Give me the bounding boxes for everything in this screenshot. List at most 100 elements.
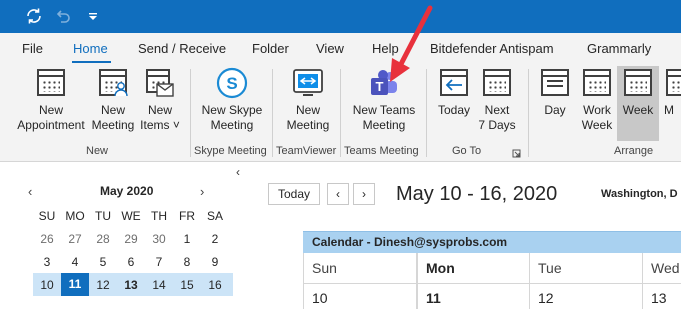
tab-file[interactable]: File	[22, 41, 43, 56]
send-receive-icon[interactable]	[25, 7, 43, 25]
calendar-name-bar[interactable]: Calendar - Dinesh@sysprobs.com	[303, 231, 681, 253]
ribbon: New Appointment New Meeting New Items ˅ …	[0, 63, 681, 162]
teamviewer-meeting-label-1: New	[295, 103, 320, 117]
day-cell-mon[interactable]: 11	[417, 283, 530, 309]
mini-calendar-day[interactable]: 4	[61, 255, 89, 269]
new-teams-meeting-label-2: Meeting	[362, 118, 406, 132]
mini-calendar-day[interactable]: 16	[201, 278, 229, 292]
group-separator	[340, 69, 341, 157]
mini-calendar-day[interactable]: 5	[89, 255, 117, 269]
weather-location[interactable]: Washington, D	[601, 188, 678, 200]
weekday-label: SA	[206, 208, 223, 223]
new-skype-meeting-button[interactable]: S New Skype Meeting	[196, 67, 268, 133]
new-meeting-button[interactable]: New Meeting	[88, 67, 138, 133]
mini-calendar-day[interactable]: 8	[173, 255, 201, 269]
mini-calendar-next-icon[interactable]: ›	[200, 184, 204, 199]
day-header-wed[interactable]: Wed	[643, 253, 681, 283]
tab-view[interactable]: View	[316, 41, 344, 56]
day-date: 12	[538, 290, 554, 306]
tab-bitdefender[interactable]: Bitdefender Antispam	[430, 41, 554, 56]
new-teams-meeting-label-1: New Teams	[352, 103, 416, 117]
dialog-launcher-icon[interactable]	[512, 147, 521, 158]
new-skype-meeting-label-2: Meeting	[210, 118, 254, 132]
mini-calendar-selected-week: 10 11 12 13 14 15 16	[33, 273, 233, 296]
mini-calendar-grid: SU MO TU WE TH FR SA 26 27 28 29 30 1 2 …	[33, 204, 233, 296]
group-separator	[528, 69, 529, 157]
group-label-teamviewer: TeamViewer	[276, 145, 337, 157]
svg-text:S: S	[226, 74, 237, 93]
undo-icon[interactable]	[54, 7, 72, 25]
new-meeting-label-1: New	[100, 103, 125, 117]
new-items-label-2: Items ˅	[140, 118, 180, 132]
new-appointment-label-2: Appointment	[17, 118, 85, 132]
month-view-button[interactable]: M	[664, 67, 681, 118]
mini-calendar-day[interactable]: 7	[145, 255, 173, 269]
new-items-button[interactable]: New Items ˅	[138, 67, 182, 133]
mini-calendar-day[interactable]: 27	[61, 232, 89, 246]
mini-calendar-day[interactable]: 15	[173, 278, 201, 292]
previous-week-icon[interactable]: ‹	[327, 183, 349, 205]
weekday-label: FR	[179, 208, 195, 223]
next-7-days-label-2: 7 Days	[478, 118, 516, 132]
day-cell-tue[interactable]: 12	[530, 283, 643, 309]
work-week-view-button[interactable]: Work Week	[576, 67, 618, 133]
next-week-icon[interactable]: ›	[353, 183, 375, 205]
mini-calendar-weekdays: SU MO TU WE TH FR SA	[33, 204, 233, 227]
work-week-icon	[581, 67, 613, 99]
mini-calendar-day[interactable]: 10	[33, 278, 61, 292]
next-7-days-button[interactable]: Next 7 Days	[476, 67, 518, 133]
mini-calendar-prev-icon[interactable]: ‹	[28, 184, 32, 199]
day-label: Day	[544, 103, 566, 117]
new-items-icon	[144, 67, 176, 99]
work-week-label-2: Week	[581, 118, 613, 132]
day-date: 10	[312, 290, 328, 306]
mini-calendar-day[interactable]: 3	[33, 255, 61, 269]
mini-calendar-day[interactable]: 29	[117, 232, 145, 246]
title-bar	[0, 0, 681, 33]
mini-calendar-day[interactable]: 26	[33, 232, 61, 246]
mini-calendar-day[interactable]: 1	[173, 232, 201, 246]
weekday-label: SU	[38, 208, 56, 223]
customize-toolbar-icon[interactable]	[84, 7, 102, 25]
mini-calendar-day[interactable]: 28	[89, 232, 117, 246]
day-cell-sun[interactable]: 10	[304, 283, 417, 309]
mini-calendar-day[interactable]: 2	[201, 232, 229, 246]
day-cell-wed[interactable]: 13	[643, 283, 681, 309]
new-appointment-button[interactable]: New Appointment	[14, 67, 88, 133]
collapse-pane-icon[interactable]: ‹	[236, 165, 240, 179]
mini-calendar-day[interactable]: 12	[89, 278, 117, 292]
tab-send-receive[interactable]: Send / Receive	[138, 41, 226, 56]
day-header-sun[interactable]: Sun	[304, 253, 417, 283]
teamviewer-meeting-button[interactable]: New Meeting	[278, 67, 338, 133]
day-name: Mon	[426, 260, 455, 276]
tab-folder[interactable]: Folder	[252, 41, 289, 56]
month-label: M	[664, 103, 674, 117]
mini-calendar-today[interactable]: 11	[61, 273, 89, 296]
mini-calendar-week: 26 27 28 29 30 1 2	[33, 227, 233, 250]
calendar-name: Calendar - Dinesh@sysprobs.com	[312, 235, 508, 249]
day-view-icon	[539, 67, 571, 99]
new-items-label-1: New	[147, 103, 172, 117]
weekday-label: WE	[121, 208, 141, 223]
group-separator	[272, 69, 273, 157]
day-header-tue[interactable]: Tue	[530, 253, 643, 283]
new-appointment-label-1: New	[38, 103, 63, 117]
mini-calendar-day[interactable]: 14	[145, 278, 173, 292]
mini-calendar-day[interactable]: 9	[201, 255, 229, 269]
week-view-button[interactable]: Week	[618, 67, 658, 118]
mini-calendar-day[interactable]: 6	[117, 255, 145, 269]
day-header-mon[interactable]: Mon	[417, 253, 530, 283]
mini-calendar-day[interactable]: 13	[117, 278, 145, 292]
tab-home[interactable]: Home	[73, 41, 108, 56]
day-name: Wed	[651, 260, 680, 276]
group-label-skype: Skype Meeting	[194, 145, 267, 157]
mini-calendar-day[interactable]: 30	[145, 232, 173, 246]
next-7-days-icon	[481, 67, 513, 99]
tab-grammarly[interactable]: Grammarly	[587, 41, 651, 56]
day-view-button[interactable]: Day	[536, 67, 574, 118]
today-button[interactable]: Today	[268, 183, 320, 205]
month-view-icon	[664, 67, 681, 99]
mini-calendar-week: 3 4 5 6 7 8 9	[33, 250, 233, 273]
work-week-label-1: Work	[583, 103, 611, 117]
teamviewer-meeting-label-2: Meeting	[286, 118, 330, 132]
